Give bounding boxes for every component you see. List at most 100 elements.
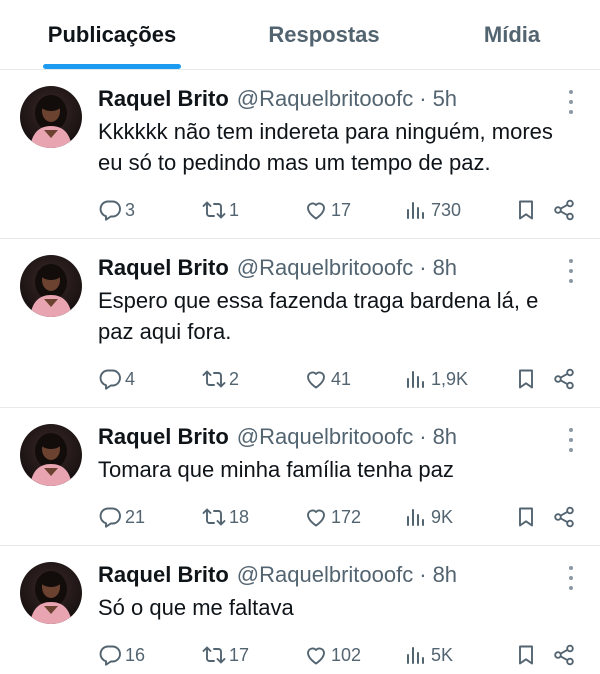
repost-button[interactable]: 1 <box>202 198 304 222</box>
tab-publicacoes[interactable]: Publicações <box>0 0 224 69</box>
post[interactable]: Raquel Brito @Raquelbritooofc · 8h Tomar… <box>0 408 600 546</box>
avatar[interactable] <box>20 86 82 148</box>
share-button[interactable] <box>552 367 582 391</box>
post-header: Raquel Brito @Raquelbritooofc · 8h <box>98 253 584 283</box>
views-button[interactable]: 5K <box>404 643 514 667</box>
post[interactable]: Raquel Brito @Raquelbritooofc · 8h Esper… <box>0 239 600 408</box>
repost-count: 17 <box>229 644 250 665</box>
bookmark-button[interactable] <box>514 643 552 667</box>
separator-dot: · <box>419 255 427 280</box>
post-header: Raquel Brito @Raquelbritooofc · 5h <box>98 84 584 114</box>
share-icon <box>554 644 574 666</box>
view-count: 1,9K <box>431 368 469 389</box>
reply-icon <box>99 200 121 221</box>
heart-icon <box>307 647 325 665</box>
author-name[interactable]: Raquel Brito <box>98 253 229 283</box>
share-button[interactable] <box>552 198 582 222</box>
avatar[interactable] <box>20 255 82 317</box>
bookmark-button[interactable] <box>514 198 552 222</box>
repost-button[interactable]: 17 <box>202 643 304 667</box>
author-handle[interactable]: @Raquelbritooofc <box>237 253 413 283</box>
repost-icon <box>202 646 226 664</box>
heart-icon <box>307 371 325 389</box>
post-feed: Raquel Brito @Raquelbritooofc · 5h Kkkkk… <box>0 70 600 674</box>
author-name[interactable]: Raquel Brito <box>98 84 229 114</box>
post-time[interactable]: 5h <box>433 84 457 114</box>
author-handle[interactable]: @Raquelbritooofc <box>237 560 413 590</box>
post-actions: 3 1 17 730 <box>98 182 584 238</box>
view-count: 730 <box>431 199 462 220</box>
post-header: Raquel Brito @Raquelbritooofc · 8h <box>98 560 584 590</box>
post-header: Raquel Brito @Raquelbritooofc · 8h <box>98 422 584 452</box>
share-button[interactable] <box>552 643 582 667</box>
avatar[interactable] <box>20 424 82 486</box>
reply-count: 4 <box>125 368 136 389</box>
separator-dot: · <box>419 86 427 111</box>
post-text: Espero que essa fazenda traga bardena lá… <box>98 288 539 344</box>
post-time[interactable]: 8h <box>433 253 457 283</box>
repost-count: 2 <box>229 368 240 389</box>
view-count: 5K <box>431 644 454 665</box>
like-button[interactable]: 102 <box>304 643 404 667</box>
reply-button[interactable]: 16 <box>98 643 202 667</box>
post-time[interactable]: 8h <box>433 422 457 452</box>
post-actions: 4 2 41 1,9K <box>98 351 584 407</box>
reply-button[interactable]: 4 <box>98 367 202 391</box>
share-icon <box>554 506 574 528</box>
like-button[interactable]: 17 <box>304 198 404 222</box>
views-chart-icon <box>407 509 424 526</box>
avatar[interactable] <box>20 562 82 624</box>
share-icon <box>554 368 574 390</box>
repost-icon <box>202 370 226 388</box>
bookmark-icon <box>519 200 533 220</box>
repost-count: 18 <box>229 506 250 527</box>
views-button[interactable]: 730 <box>404 198 514 222</box>
repost-count: 1 <box>229 199 240 220</box>
heart-icon <box>307 509 325 527</box>
author-name[interactable]: Raquel Brito <box>98 422 229 452</box>
author-name[interactable]: Raquel Brito <box>98 560 229 590</box>
tab-label: Publicações <box>47 21 177 47</box>
tab-midia[interactable]: Mídia <box>424 0 600 69</box>
repost-button[interactable]: 18 <box>202 505 304 529</box>
tab-respostas[interactable]: Respostas <box>224 0 424 69</box>
views-chart-icon <box>407 371 424 388</box>
reply-count: 3 <box>125 199 136 220</box>
post-text: Kkkkkk não tem indereta para ninguém, mo… <box>98 119 553 175</box>
bookmark-button[interactable] <box>514 505 552 529</box>
views-chart-icon <box>407 202 424 219</box>
share-icon <box>554 199 574 221</box>
like-count: 17 <box>331 199 352 220</box>
bookmark-icon <box>519 369 533 389</box>
bookmark-icon <box>519 645 533 665</box>
post-actions: 21 18 172 9K <box>98 489 584 545</box>
more-options-icon[interactable] <box>568 259 574 283</box>
like-button[interactable]: 172 <box>304 505 404 529</box>
repost-icon <box>202 201 226 219</box>
reply-button[interactable]: 21 <box>98 505 202 529</box>
post-time[interactable]: 8h <box>433 560 457 590</box>
bookmark-button[interactable] <box>514 367 552 391</box>
tab-label: Mídia <box>483 21 541 47</box>
like-count: 102 <box>331 644 362 665</box>
reply-button[interactable]: 3 <box>98 198 202 222</box>
like-count: 41 <box>331 368 352 389</box>
like-button[interactable]: 41 <box>304 367 404 391</box>
post[interactable]: Raquel Brito @Raquelbritooofc · 8h Só o … <box>0 546 600 674</box>
repost-button[interactable]: 2 <box>202 367 304 391</box>
more-options-icon[interactable] <box>568 566 574 590</box>
reply-count: 16 <box>125 644 146 665</box>
post-actions: 16 17 102 5K <box>98 627 584 674</box>
profile-tabs: Publicações Respostas Mídia <box>0 0 600 70</box>
more-options-icon[interactable] <box>568 90 574 114</box>
separator-dot: · <box>419 424 427 449</box>
reply-icon <box>99 369 121 390</box>
more-options-icon[interactable] <box>568 428 574 452</box>
views-button[interactable]: 1,9K <box>404 367 514 391</box>
views-button[interactable]: 9K <box>404 505 514 529</box>
author-handle[interactable]: @Raquelbritooofc <box>237 422 413 452</box>
share-button[interactable] <box>552 505 582 529</box>
author-handle[interactable]: @Raquelbritooofc <box>237 84 413 114</box>
views-chart-icon <box>407 647 424 664</box>
post[interactable]: Raquel Brito @Raquelbritooofc · 5h Kkkkk… <box>0 70 600 239</box>
